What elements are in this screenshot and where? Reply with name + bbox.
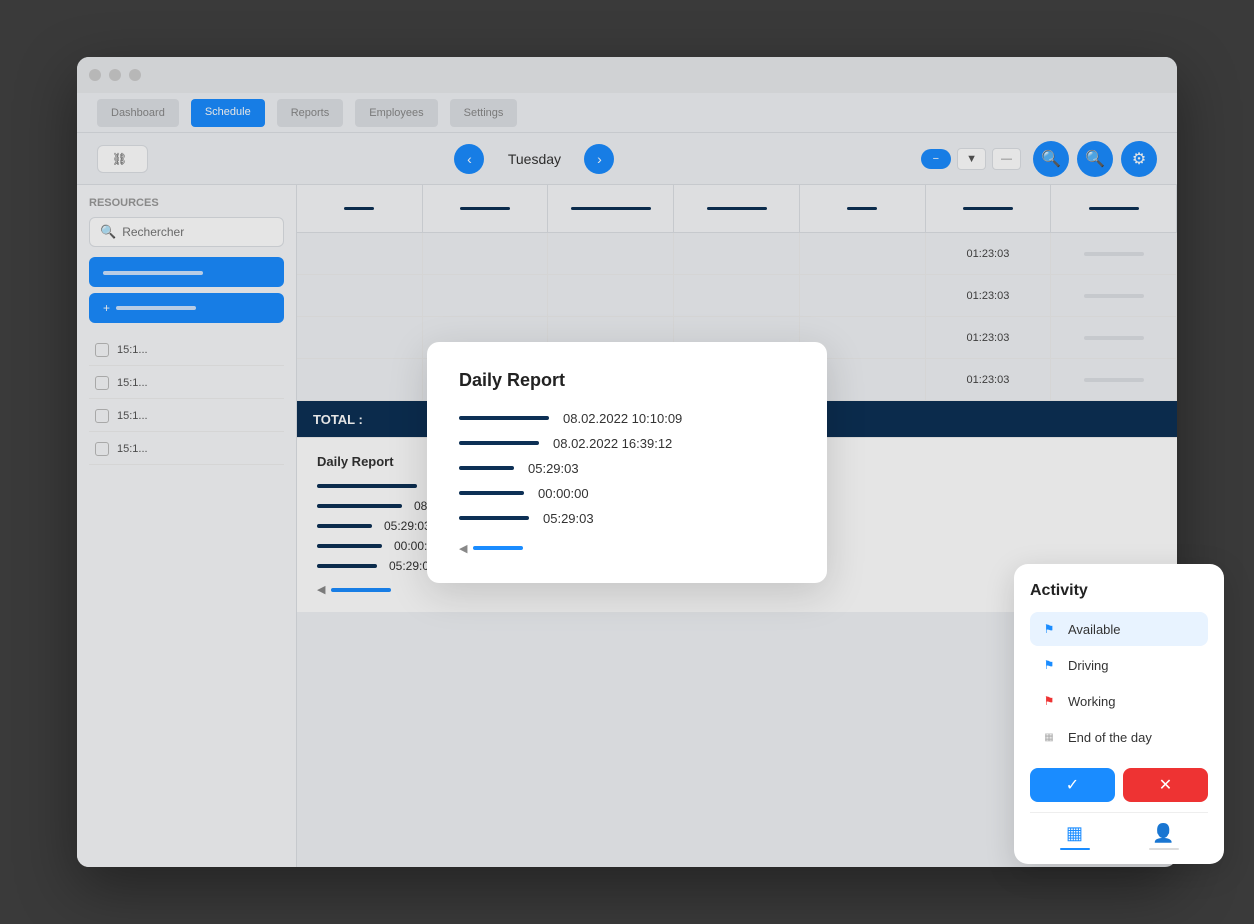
activity-label-end: End of the day <box>1068 730 1152 745</box>
modal-value: 00:00:00 <box>538 486 589 501</box>
activity-cancel-button[interactable]: ✕ <box>1123 768 1208 802</box>
activity-nav-person[interactable]: 👤 <box>1149 823 1179 850</box>
modal-row: 05:29:03 <box>459 461 795 476</box>
modal-row: 00:00:00 <box>459 486 795 501</box>
modal-bar <box>459 516 529 520</box>
modal-title: Daily Report <box>459 370 795 391</box>
activity-label-working: Working <box>1068 694 1115 709</box>
modal-bar <box>459 466 514 470</box>
daily-report-modal: Daily Report 08.02.2022 10:10:09 08.02.2… <box>427 342 827 583</box>
modal-row: 05:29:03 <box>459 511 795 526</box>
modal-row: 08.02.2022 10:10:09 <box>459 411 795 426</box>
flag-end-icon: ▦ <box>1040 728 1058 746</box>
nav-underline-inactive <box>1149 848 1179 850</box>
desktop: Dashboard Schedule Reports Employees Set… <box>0 0 1254 924</box>
activity-panel: Activity ⚑ Available ⚑ Driving ⚑ Working… <box>1014 564 1224 864</box>
activity-item-available[interactable]: ⚑ Available <box>1030 612 1208 646</box>
modal-bar <box>459 416 549 420</box>
modal-row: 08.02.2022 16:39:12 <box>459 436 795 451</box>
activity-buttons: ✓ ✕ <box>1030 768 1208 802</box>
modal-overlay[interactable]: Daily Report 08.02.2022 10:10:09 08.02.2… <box>77 57 1177 867</box>
activity-item-end-of-day[interactable]: ▦ End of the day <box>1030 720 1208 754</box>
table-icon: ▦ <box>1066 823 1083 844</box>
modal-bar <box>459 441 539 445</box>
modal-rows: 08.02.2022 10:10:09 08.02.2022 16:39:12 … <box>459 411 795 526</box>
modal-value: 05:29:03 <box>543 511 594 526</box>
modal-scroll-track[interactable] <box>473 546 523 550</box>
main-window: Dashboard Schedule Reports Employees Set… <box>77 57 1177 867</box>
activity-label-driving: Driving <box>1068 658 1108 673</box>
activity-title: Activity <box>1030 582 1208 600</box>
nav-underline <box>1060 848 1090 850</box>
flag-available-icon: ⚑ <box>1040 620 1058 638</box>
flag-driving-icon: ⚑ <box>1040 656 1058 674</box>
modal-scroll: ◀ <box>459 542 795 555</box>
activity-nav: ▦ 👤 <box>1030 812 1208 850</box>
activity-confirm-button[interactable]: ✓ <box>1030 768 1115 802</box>
modal-value: 08.02.2022 16:39:12 <box>553 436 672 451</box>
activity-label-available: Available <box>1068 622 1121 637</box>
person-icon: 👤 <box>1152 823 1174 844</box>
modal-bar <box>459 491 524 495</box>
modal-scroll-left-icon: ◀ <box>459 542 467 555</box>
confirm-icon: ✓ <box>1066 775 1079 795</box>
flag-working-icon: ⚑ <box>1040 692 1058 710</box>
activity-item-driving[interactable]: ⚑ Driving <box>1030 648 1208 682</box>
activity-nav-table[interactable]: ▦ <box>1060 823 1090 850</box>
cancel-icon: ✕ <box>1159 775 1172 795</box>
modal-value: 05:29:03 <box>528 461 579 476</box>
modal-value: 08.02.2022 10:10:09 <box>563 411 682 426</box>
activity-item-working[interactable]: ⚑ Working <box>1030 684 1208 718</box>
